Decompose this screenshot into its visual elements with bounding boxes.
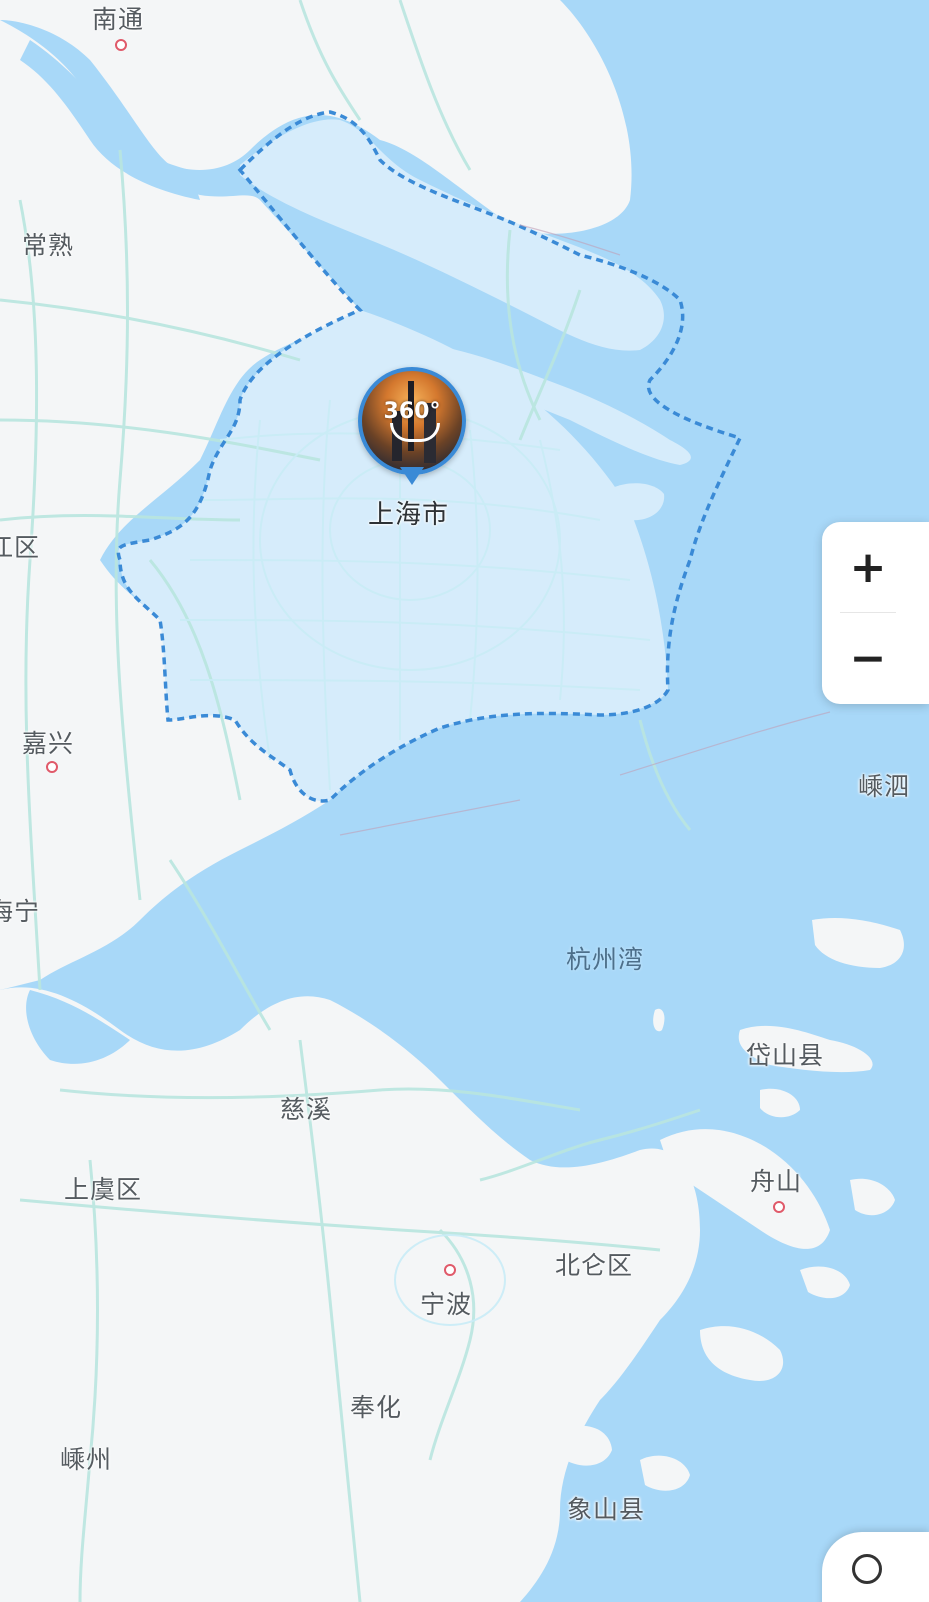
zhoushan-city-dot bbox=[773, 1201, 785, 1213]
place-label-shanghai[interactable]: 上海市 bbox=[368, 494, 449, 531]
place-label-wujiang[interactable]: 江区 bbox=[0, 528, 40, 564]
zoom-out-button[interactable]: − bbox=[822, 613, 914, 704]
place-label-zhoushan[interactable]: 舟山 bbox=[750, 1162, 802, 1198]
zoom-control: + − bbox=[822, 522, 929, 704]
place-label-shengzhou[interactable]: 嵊州 bbox=[60, 1440, 112, 1476]
water-label-hangzhou-bay: 杭州湾 bbox=[566, 945, 645, 974]
place-label-shangyu[interactable]: 上虞区 bbox=[64, 1170, 142, 1206]
place-label-daishan[interactable]: 岱山县 bbox=[746, 1036, 824, 1072]
nantong-city-dot bbox=[115, 39, 127, 51]
place-label-shengsi[interactable]: 嵊泗 bbox=[858, 767, 910, 803]
place-label-beilun[interactable]: 北仑区 bbox=[555, 1246, 633, 1282]
zoom-in-button[interactable]: + bbox=[822, 522, 914, 613]
panorama-pin[interactable]: 360° bbox=[358, 367, 466, 495]
place-label-jiaxing[interactable]: 嘉兴 bbox=[22, 724, 74, 760]
place-label-ningbo[interactable]: 宁波 bbox=[420, 1285, 472, 1321]
jiaxing-city-dot bbox=[46, 761, 58, 773]
place-label-haining[interactable]: 海宁 bbox=[0, 892, 40, 928]
pin-pointer-icon bbox=[400, 467, 424, 485]
panorama-360-badge: 360° bbox=[383, 399, 441, 424]
place-label-fenghua[interactable]: 奉化 bbox=[350, 1388, 402, 1424]
place-label-changshu[interactable]: 常熟 bbox=[22, 226, 74, 262]
map-canvas[interactable]: 南通 常熟 江区 嘉兴 海宁 慈溪 上虞区 宁波 北仑区 奉化 嵊州 象山县 舟… bbox=[0, 0, 929, 1602]
ningbo-city-dot bbox=[444, 1264, 456, 1276]
panorama-thumbnail: 360° bbox=[358, 367, 466, 475]
locate-button[interactable] bbox=[822, 1532, 929, 1602]
locate-icon bbox=[852, 1554, 882, 1584]
place-label-nantong[interactable]: 南通 bbox=[92, 0, 144, 36]
place-label-cixi[interactable]: 慈溪 bbox=[280, 1090, 332, 1126]
place-label-xiangshan[interactable]: 象山县 bbox=[567, 1490, 645, 1526]
map-base-layer bbox=[0, 0, 929, 1602]
